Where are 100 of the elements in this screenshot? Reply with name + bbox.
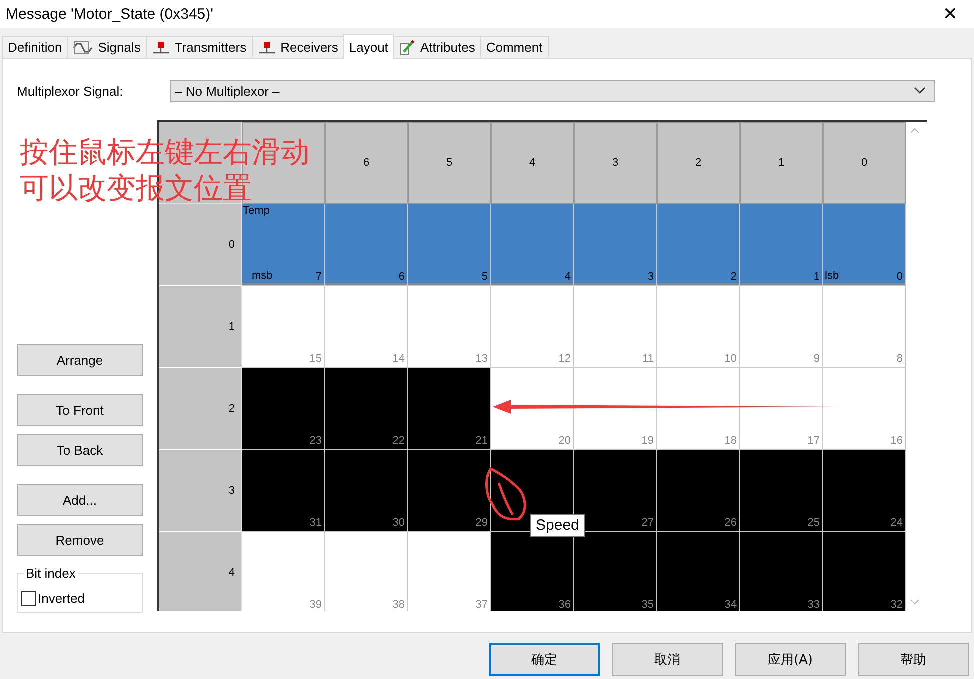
bit-number: 34 xyxy=(724,599,737,611)
side-button[interactable]: Remove xyxy=(17,524,143,556)
column-header: 2 xyxy=(657,122,740,204)
node-icon xyxy=(258,40,276,54)
bit-number: 36 xyxy=(558,599,571,611)
bit-cell[interactable]: 25 xyxy=(740,450,823,532)
bit-cell[interactable]: 32 xyxy=(823,532,906,611)
bit-number: 2 xyxy=(730,271,737,283)
side-button[interactable]: To Front xyxy=(17,394,143,426)
bit-cell[interactable]: 35 xyxy=(574,532,657,611)
bit-cell[interactable]: 5 xyxy=(408,204,491,286)
bit-marker: lsb xyxy=(825,270,840,282)
tab[interactable]: Comment xyxy=(480,36,549,58)
bit-number: 23 xyxy=(310,435,322,447)
bit-number: 33 xyxy=(808,599,820,611)
bit-number: 30 xyxy=(392,517,405,529)
column-header: 4 xyxy=(491,122,574,204)
bit-cell[interactable]: 24 xyxy=(823,450,906,532)
tooltip: Speed xyxy=(530,514,586,537)
bit-cell[interactable]: 22 xyxy=(325,368,408,450)
bit-cell[interactable]: lsb 0 xyxy=(823,204,906,286)
bit-cell[interactable]: 1 xyxy=(740,204,823,286)
column-header: 0 xyxy=(823,122,906,204)
bit-number: 7 xyxy=(316,271,322,283)
bit-cell[interactable]: 8 xyxy=(823,286,906,368)
tab[interactable]: Layout xyxy=(343,34,394,59)
bit-cell[interactable]: 10 xyxy=(657,286,740,368)
bit-cell[interactable]: 15 xyxy=(242,286,325,368)
bit-number: 39 xyxy=(310,599,322,611)
bit-number: 9 xyxy=(814,353,820,365)
bit-number: 21 xyxy=(476,435,488,447)
bit-number: 32 xyxy=(890,599,903,611)
bit-number: 10 xyxy=(724,353,737,365)
tab[interactable]: Signals xyxy=(67,36,147,58)
bit-cell[interactable]: 14 xyxy=(325,286,408,368)
scroll-up-icon[interactable] xyxy=(910,128,920,134)
bit-cell[interactable]: 26 xyxy=(657,450,740,532)
bit-number: 11 xyxy=(642,353,654,365)
bit-number: 3 xyxy=(648,271,654,283)
tab[interactable]: Attributes xyxy=(393,36,482,58)
bit-number: 31 xyxy=(310,517,322,529)
tab[interactable]: Definition xyxy=(2,36,68,58)
side-button[interactable]: Add... xyxy=(17,484,143,516)
bit-cell[interactable]: 18 xyxy=(657,368,740,450)
chevron-down-icon xyxy=(914,87,926,95)
row-header: 4 xyxy=(159,532,242,611)
bit-number: 12 xyxy=(558,353,571,365)
bit-cell[interactable]: 2 xyxy=(657,204,740,286)
column-header: 3 xyxy=(574,122,657,204)
bit-number: 13 xyxy=(476,353,488,365)
row-header: 2 xyxy=(159,368,242,450)
checkbox-label: Inverted xyxy=(38,591,85,606)
scroll-down-icon[interactable] xyxy=(910,599,920,605)
bit-cell[interactable]: 4 xyxy=(491,204,574,286)
bit-number: 8 xyxy=(896,353,903,365)
dialog-button[interactable]: 应用(A) xyxy=(735,643,846,676)
bit-number: 29 xyxy=(476,517,488,529)
pencil-icon xyxy=(399,40,416,56)
bit-cell[interactable]: 36 xyxy=(491,532,574,611)
bit-cell[interactable]: 34 xyxy=(657,532,740,611)
bit-number: 0 xyxy=(896,271,903,283)
bit-cell[interactable]: 16 xyxy=(823,368,906,450)
dialog-button[interactable]: 确定 xyxy=(489,643,600,676)
checkbox[interactable] xyxy=(21,591,36,606)
bit-cell[interactable]: 9 xyxy=(740,286,823,368)
bit-cell[interactable]: 20 xyxy=(491,368,574,450)
close-button[interactable]: ✕ xyxy=(936,4,964,24)
bit-cell[interactable]: 29 xyxy=(408,450,491,532)
bit-number: 6 xyxy=(398,271,405,283)
bit-cell[interactable]: 19 xyxy=(574,368,657,450)
bit-number: 25 xyxy=(808,517,820,529)
bit-cell[interactable]: 31 xyxy=(242,450,325,532)
bit-number: 15 xyxy=(310,353,322,365)
side-button[interactable]: To Back xyxy=(17,434,143,466)
bit-number: 24 xyxy=(890,517,903,529)
dialog-button[interactable]: 帮助 xyxy=(858,643,969,676)
column-header: 6 xyxy=(325,122,408,204)
multiplexor-label: Multiplexor Signal: xyxy=(17,84,124,98)
bit-cell[interactable]: 30 xyxy=(325,450,408,532)
column-header: 1 xyxy=(740,122,823,204)
row-header: 1 xyxy=(159,286,242,368)
bit-number: 27 xyxy=(642,517,654,529)
bit-cell[interactable]: Temp msb 7 xyxy=(242,204,325,286)
bit-cell[interactable]: 33 xyxy=(740,532,823,611)
bit-number: 22 xyxy=(392,435,405,447)
bit-cell[interactable]: 12 xyxy=(491,286,574,368)
dialog-button[interactable]: 取消 xyxy=(612,643,723,676)
group-title: Bit index xyxy=(24,566,78,581)
bit-cell[interactable]: 13 xyxy=(408,286,491,368)
waveform-icon xyxy=(73,40,94,54)
bit-cell[interactable]: 6 xyxy=(325,204,408,286)
bit-cell[interactable]: 3 xyxy=(574,204,657,286)
side-button[interactable]: Arrange xyxy=(17,344,143,376)
bit-number: 5 xyxy=(482,271,488,283)
bit-cell[interactable]: 11 xyxy=(574,286,657,368)
bit-cell[interactable]: 23 xyxy=(242,368,325,450)
multiplexor-dropdown[interactable]: – No Multiplexor – xyxy=(170,80,935,102)
bit-cell[interactable]: 17 xyxy=(740,368,823,450)
window-title: Message 'Motor_State (0x345)' xyxy=(6,6,214,22)
bit-cell[interactable]: 21 xyxy=(408,368,491,450)
